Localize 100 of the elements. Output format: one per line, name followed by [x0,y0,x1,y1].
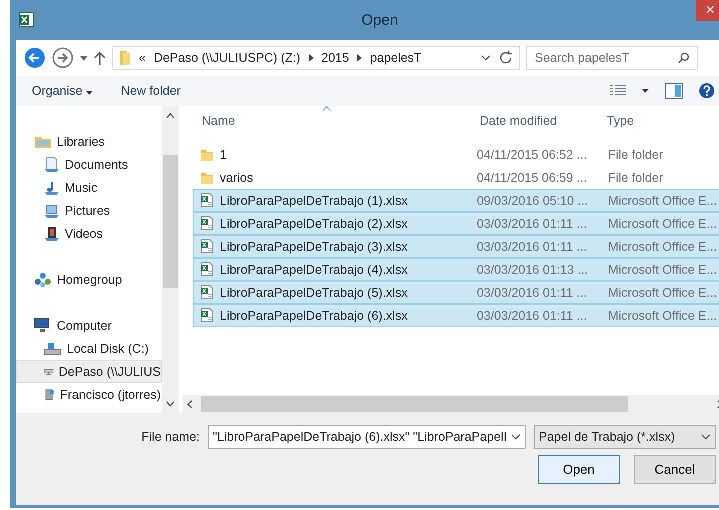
breadcrumb[interactable]: 2015 [322,51,350,65]
sidebar-item[interactable]: Libraries [16,130,162,153]
dropdown-caret-icon[interactable] [642,89,649,93]
window-title: Open [360,12,400,28]
sidebar-item[interactable]: Local Disk (C:) [16,337,162,360]
file-name: varios [220,170,254,184]
file-type: Microsoft Office E... [607,216,718,230]
breadcrumb-separator-icon[interactable] [357,54,362,62]
breadcrumb-separator-icon[interactable] [308,54,314,62]
help-icon[interactable] [699,83,715,99]
file-name: LibroParaPapelDeTrabajo (4).xlsx [220,262,408,276]
spreadsheet-file-icon [200,216,214,231]
dropdown-caret-icon[interactable] [481,55,491,61]
sidebar-item[interactable]: Videos [16,222,162,245]
spreadsheet-file-icon [200,308,214,323]
file-type: Microsoft Office E... [607,262,718,276]
search-field[interactable]: Search papelesT [526,46,698,70]
date-modified: 03/03/2016 01:11 ... [476,308,588,322]
file-name: LibroParaPapelDeTrabajo (1).xlsx [220,194,408,208]
sidebar-item[interactable]: Documents [16,153,162,176]
file-row[interactable]: LibroParaPapelDeTrabajo (5).xlsx 03/03/2016 01:11 ... Microsoft Office E... [193,281,719,304]
spreadsheet-file-icon [200,239,214,254]
cancel-button[interactable]: Cancel [634,455,716,484]
file-name: LibroParaPapelDeTrabajo (6).xlsx [220,308,408,322]
file-type: File folder [607,148,664,162]
disk-icon [44,342,62,356]
file-row[interactable]: LibroParaPapelDeTrabajo (4).xlsx 03/03/2016 01:13 ... Microsoft Office E... [193,258,719,281]
file-name: LibroParaPapelDeTrabajo (3).xlsx [220,240,408,254]
file-name-label: File name: [140,430,200,444]
scroll-left-icon[interactable] [187,400,193,408]
file-type-dropdown[interactable]: Papel de Trabajo (*.xlsx) [534,425,716,449]
file-row[interactable]: 1 04/11/2015 06:52 ... File folder [193,143,719,166]
sort-ascending-icon [323,106,331,111]
overflow-chevron[interactable]: « [139,51,146,65]
file-row[interactable]: varios 04/11/2015 06:59 ... File folder [193,166,719,189]
date-modified: 03/03/2016 01:11 ... [476,286,588,300]
sidebar-item[interactable]: DePaso (\\JULIUS [16,360,162,383]
date-modified: 03/03/2016 01:13 ... [476,262,590,276]
documents-icon [44,156,60,172]
sidebar-item[interactable]: Homegroup [16,268,162,291]
sidebar-item[interactable]: Pictures [16,199,162,222]
new-folder-button[interactable]: New folder [121,84,181,98]
column-header[interactable]: Name [193,114,471,128]
file-row[interactable]: LibroParaPapelDeTrabajo (2).xlsx 03/03/2016 01:11 ... Microsoft Office E... [193,212,719,235]
spreadsheet-file-icon [200,262,214,277]
search-icon [678,52,690,64]
folder-icon [119,50,131,66]
computer-icon [34,318,52,333]
caret-icon [86,91,94,95]
open-button[interactable]: Open [538,455,620,484]
date-modified: 04/11/2015 06:59 ... [476,170,588,184]
scroll-up-icon[interactable] [166,113,175,119]
file-row[interactable]: LibroParaPapelDeTrabajo (6).xlsx 03/03/2016 01:11 ... Microsoft Office E... [193,304,719,327]
file-type: Microsoft Office E... [607,240,718,254]
vertical-scrollbar[interactable] [162,106,179,413]
breadcrumb[interactable]: papelesT [370,51,422,65]
file-name-field[interactable]: "LibroParaPapelDeTrabajo (6).xlsx" "LibroParaPapelI [208,425,526,449]
forward-button[interactable] [52,47,74,69]
file-type: Microsoft Office E... [607,194,718,208]
dropdown-caret-icon[interactable] [80,56,88,60]
sidebar-item[interactable]: Computer [16,314,162,337]
file-type: File folder [607,170,664,184]
spreadsheet-file-icon [200,285,214,300]
spreadsheet-file-icon [200,193,214,208]
folder-icon [200,148,214,162]
date-modified: 09/03/2016 05:10 ... [476,194,590,208]
refresh-icon[interactable] [499,51,513,65]
file-type: Microsoft Office E... [607,286,718,300]
file-row[interactable]: LibroParaPapelDeTrabajo (3).xlsx 03/03/2016 01:11 ... Microsoft Office E... [193,235,719,258]
scroll-down-icon[interactable] [166,401,175,407]
up-arrow-icon[interactable] [94,51,106,65]
column-header[interactable]: Type [598,114,718,128]
date-modified: 03/03/2016 01:11 ... [476,216,588,230]
file-row[interactable]: LibroParaPapelDeTrabajo (1).xlsx 09/03/2016 05:10 ... Microsoft Office E... [193,189,719,212]
close-button[interactable]: × [696,0,719,21]
date-modified: 04/11/2015 06:52 ... [476,148,588,162]
dropdown-caret-icon[interactable] [511,434,521,440]
address-bar[interactable]: « DePaso (\\JULIUSPC) (Z:) 2015 papelesT [112,46,520,70]
homegroup-icon [34,272,52,288]
preview-pane-icon[interactable] [665,83,683,99]
spreadsheet-app-icon [19,12,35,28]
back-button[interactable] [24,47,46,69]
breadcrumb[interactable]: DePaso (\\JULIUSPC) (Z:) [154,51,301,65]
libraries-icon [34,134,52,148]
column-header[interactable]: Date modified [471,114,598,128]
sidebar-item[interactable]: Francisco (jtorres) [16,383,162,406]
pictures-icon [44,202,60,218]
folder-icon [200,170,214,184]
view-options-icon[interactable] [610,85,626,97]
file-name: LibroParaPapelDeTrabajo (5).xlsx [220,286,408,300]
videos-icon [44,226,60,242]
file-name: 1 [220,148,227,162]
date-modified: 03/03/2016 01:11 ... [476,240,588,254]
music-icon [44,180,60,196]
file-name: LibroParaPapelDeTrabajo (2).xlsx [220,216,408,230]
sidebar-item[interactable]: Music [16,176,162,199]
horizontal-scrollbar[interactable] [183,395,719,413]
organise-button[interactable]: Organise [32,84,94,98]
file-type: Microsoft Office E... [607,308,718,322]
dropdown-caret-icon [701,434,711,440]
